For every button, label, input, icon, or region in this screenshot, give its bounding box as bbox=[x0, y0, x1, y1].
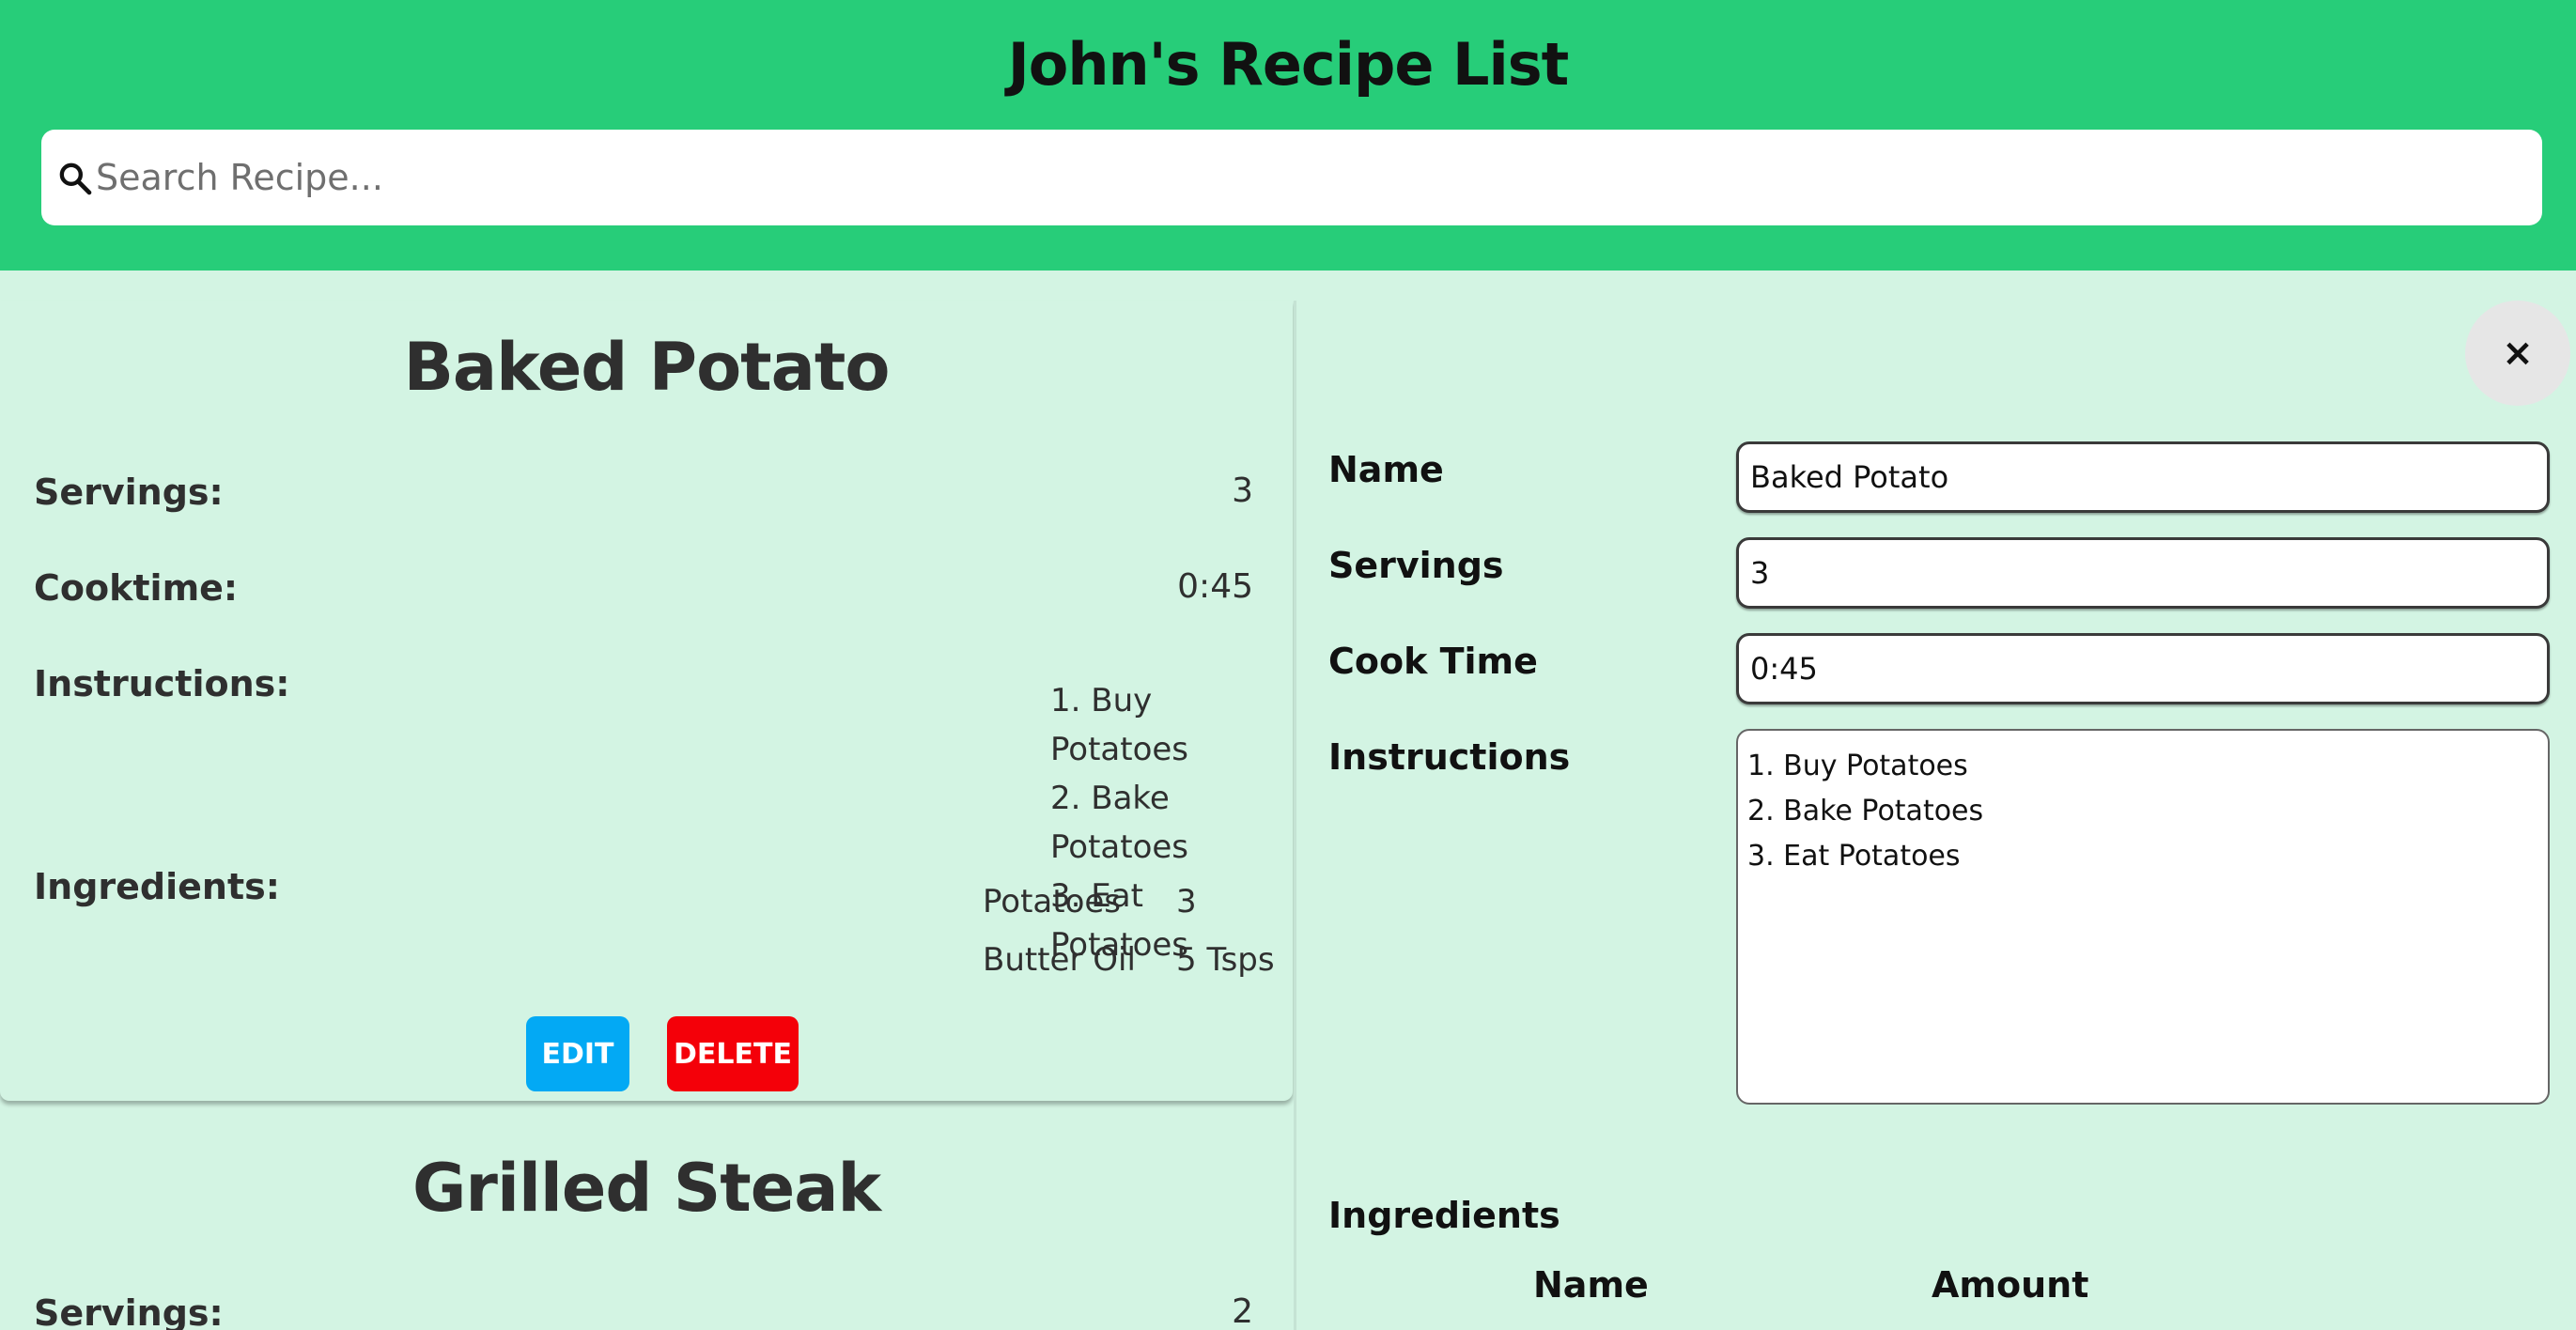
recipe-title: Grilled Steak bbox=[411, 1150, 881, 1227]
instructions-textarea[interactable]: 1. Buy Potatoes 2. Bake Potatoes 3. Eat … bbox=[1736, 729, 2550, 1105]
ingredient-row: Butter Oil 5 Tsps bbox=[983, 941, 1275, 999]
app-title: John's Recipe List bbox=[1007, 30, 1570, 99]
cooktime-label: Cooktime: bbox=[34, 567, 239, 609]
cooktime-field-label: Cook Time bbox=[1328, 641, 1538, 682]
servings-label: Servings: bbox=[34, 1292, 224, 1330]
recipe-title: Baked Potato bbox=[403, 329, 891, 406]
instructions-field-label: Instructions bbox=[1328, 736, 1571, 778]
app-header: John's Recipe List bbox=[0, 0, 2576, 271]
delete-button[interactable]: DELETE bbox=[667, 1016, 799, 1091]
ingredient-row: Potatoes 3 bbox=[983, 883, 1265, 941]
close-button[interactable]: × bbox=[2465, 301, 2570, 406]
instructions-label: Instructions: bbox=[34, 663, 290, 704]
servings-field-label: Servings bbox=[1328, 545, 1504, 586]
ingredient-amount: 5 Tsps bbox=[1176, 941, 1275, 979]
ingredient-name: Potatoes bbox=[983, 883, 1122, 920]
instruction-item: 2. Bake Potatoes bbox=[1050, 780, 1189, 866]
search-icon bbox=[59, 162, 92, 195]
servings-input[interactable] bbox=[1736, 537, 2550, 609]
close-icon: × bbox=[2502, 332, 2534, 375]
recipe-card: Grilled Steak Servings: 2 bbox=[0, 1118, 1293, 1330]
servings-value: 3 bbox=[1232, 472, 1253, 510]
edit-button[interactable]: EDIT bbox=[526, 1016, 629, 1091]
ingredients-column-name: Name bbox=[1533, 1264, 1649, 1306]
ingredients-table: Potatoes 3 Butter Oil 5 Tsps bbox=[983, 883, 1275, 999]
ingredient-amount: 3 bbox=[1176, 883, 1197, 920]
panel-divider bbox=[1294, 301, 1296, 1330]
cooktime-input[interactable] bbox=[1736, 633, 2550, 704]
servings-label: Servings: bbox=[34, 472, 224, 513]
instruction-item: 1. Buy Potatoes bbox=[1050, 682, 1189, 768]
name-label: Name bbox=[1328, 449, 1444, 490]
name-input[interactable] bbox=[1736, 441, 2550, 513]
ingredients-column-amount: Amount bbox=[1932, 1264, 2089, 1306]
ingredients-label: Ingredients: bbox=[34, 866, 280, 907]
servings-value: 2 bbox=[1232, 1292, 1253, 1330]
recipe-card: Baked Potato Servings: 3 Cooktime: 0:45 … bbox=[0, 301, 1293, 1101]
search-input[interactable] bbox=[96, 130, 2520, 225]
cooktime-value: 0:45 bbox=[1177, 567, 1253, 606]
search-box[interactable] bbox=[41, 130, 2542, 225]
ingredients-field-label: Ingredients bbox=[1328, 1195, 1560, 1236]
ingredient-name: Butter Oil bbox=[983, 941, 1136, 979]
